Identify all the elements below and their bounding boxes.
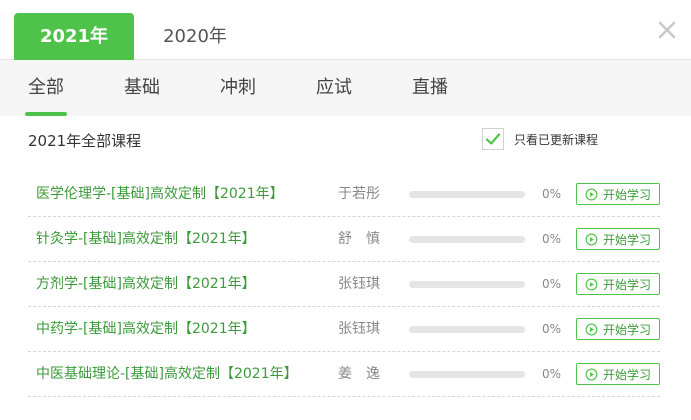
play-circle-icon bbox=[585, 188, 598, 200]
course-row: 中药学-[基础]高效定制【2021年】 张钰琪 0% 开始学习 bbox=[28, 307, 660, 352]
start-learning-button[interactable]: 开始学习 bbox=[576, 228, 660, 250]
course-name-link[interactable]: 针灸学-[基础]高效定制【2021年】 bbox=[36, 217, 256, 262]
course-name-link[interactable]: 中药学-[基础]高效定制【2021年】 bbox=[36, 307, 256, 352]
course-name-link[interactable]: 方剂学-[基础]高效定制【2021年】 bbox=[36, 262, 256, 307]
category-tab-bar: 全部 基础 冲刺 应试 直播 bbox=[0, 60, 691, 116]
progress-percent: 0% bbox=[542, 322, 562, 336]
start-learning-button[interactable]: 开始学习 bbox=[576, 318, 660, 340]
progress-bar bbox=[409, 326, 525, 333]
start-learning-label: 开始学习 bbox=[602, 187, 651, 202]
course-name-link[interactable]: 中医基础理论-[基础]高效定制【2021年】 bbox=[36, 352, 298, 397]
close-button[interactable] bbox=[657, 20, 677, 40]
close-icon bbox=[658, 21, 676, 39]
start-learning-label: 开始学习 bbox=[602, 232, 651, 247]
start-learning-label: 开始学习 bbox=[602, 322, 651, 337]
tab-all[interactable]: 全部 bbox=[25, 60, 67, 116]
tab-exam[interactable]: 应试 bbox=[316, 60, 352, 116]
play-circle-icon bbox=[585, 233, 598, 245]
teacher-name: 于若彤 bbox=[338, 186, 380, 202]
course-name-link[interactable]: 医学伦理学-[基础]高效定制【2021年】 bbox=[36, 172, 284, 217]
teacher-name: 姜 逸 bbox=[338, 366, 380, 382]
year-tab-bar: 2021年 2020年 bbox=[0, 0, 691, 60]
tab-year-2021[interactable]: 2021年 bbox=[14, 13, 134, 60]
play-circle-icon bbox=[585, 368, 598, 380]
only-updated-label: 只看已更新课程 bbox=[514, 132, 599, 147]
course-row: 方剂学-[基础]高效定制【2021年】 张钰琪 0% 开始学习 bbox=[28, 262, 660, 307]
section-title: 2021年全部课程 bbox=[28, 132, 142, 150]
progress-bar bbox=[409, 371, 525, 378]
only-updated-filter[interactable]: 只看已更新课程 bbox=[482, 128, 598, 150]
tab-year-2020[interactable]: 2020年 bbox=[140, 13, 250, 60]
progress-bar bbox=[409, 191, 525, 198]
start-learning-label: 开始学习 bbox=[602, 277, 651, 292]
progress-percent: 0% bbox=[542, 367, 562, 381]
teacher-name: 舒 慎 bbox=[338, 231, 380, 247]
start-learning-button[interactable]: 开始学习 bbox=[576, 273, 660, 295]
tab-sprint[interactable]: 冲刺 bbox=[220, 60, 256, 116]
check-icon bbox=[485, 133, 501, 145]
progress-percent: 0% bbox=[542, 187, 562, 201]
course-row: 医学伦理学-[基础]高效定制【2021年】 于若彤 0% 开始学习 bbox=[28, 172, 660, 217]
start-learning-button[interactable]: 开始学习 bbox=[576, 183, 660, 205]
play-circle-icon bbox=[585, 278, 598, 290]
course-list: 医学伦理学-[基础]高效定制【2021年】 于若彤 0% 开始学习 针灸学-[基… bbox=[28, 172, 660, 397]
start-learning-label: 开始学习 bbox=[602, 367, 651, 382]
progress-percent: 0% bbox=[542, 277, 562, 291]
play-circle-icon bbox=[585, 323, 598, 335]
start-learning-button[interactable]: 开始学习 bbox=[576, 363, 660, 385]
tab-live[interactable]: 直播 bbox=[412, 60, 448, 116]
progress-percent: 0% bbox=[542, 232, 562, 246]
only-updated-checkbox[interactable] bbox=[482, 128, 504, 150]
course-row: 针灸学-[基础]高效定制【2021年】 舒 慎 0% 开始学习 bbox=[28, 217, 660, 262]
progress-bar bbox=[409, 236, 525, 243]
progress-bar bbox=[409, 281, 525, 288]
teacher-name: 张钰琪 bbox=[338, 321, 380, 337]
tab-basic[interactable]: 基础 bbox=[124, 60, 160, 116]
teacher-name: 张钰琪 bbox=[338, 276, 380, 292]
course-row: 中医基础理论-[基础]高效定制【2021年】 姜 逸 0% 开始学习 bbox=[28, 352, 660, 397]
